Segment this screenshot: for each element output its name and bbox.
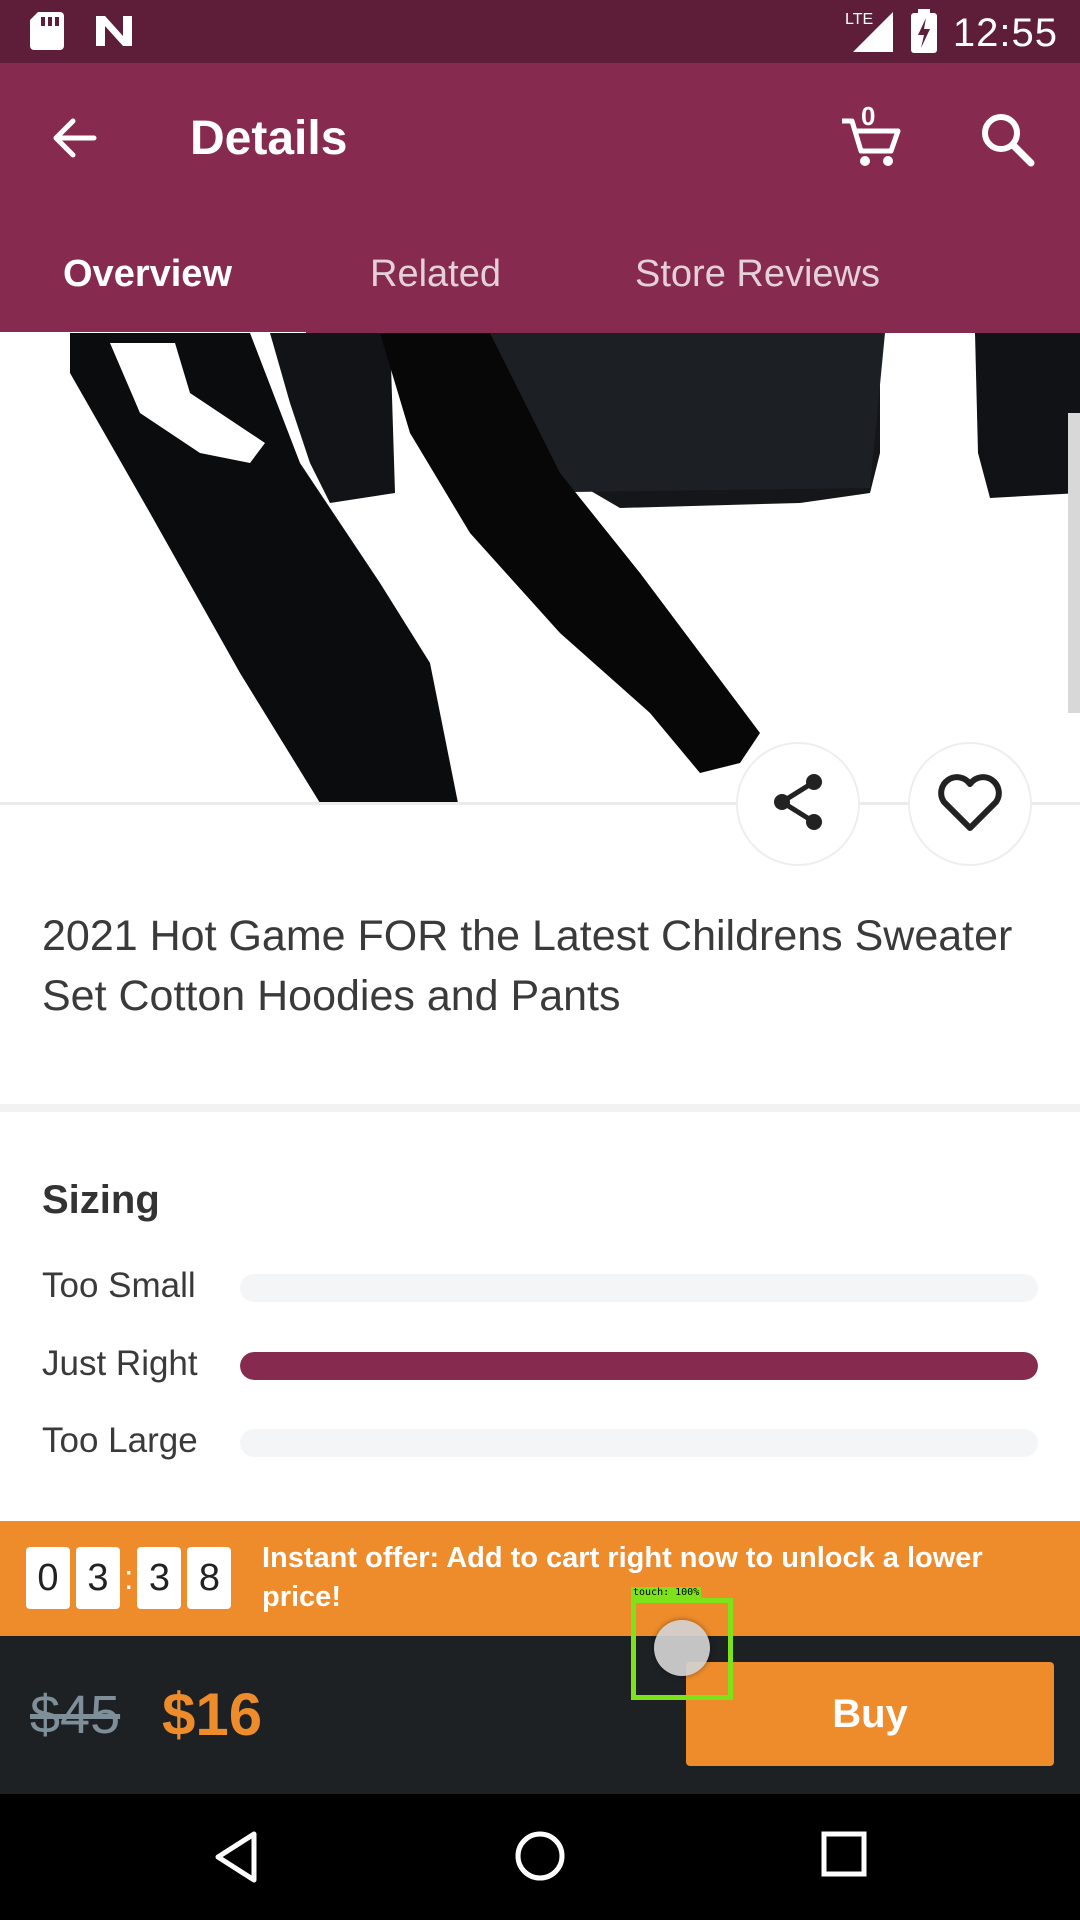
tab-store-reviews[interactable]: Store Reviews [635, 253, 880, 296]
sizing-row-too-large: Too Large [42, 1421, 1042, 1461]
status-time: 12:55 [952, 11, 1058, 55]
app-bar: Details 0 Overview Related Store Reviews [0, 63, 1080, 338]
sizing-bar-track [240, 1429, 1038, 1457]
countdown-digit: 3 [76, 1547, 120, 1609]
search-icon[interactable] [977, 109, 1037, 169]
sizing-bar-track [240, 1274, 1038, 1302]
instant-offer-banner[interactable]: 0 3 : 3 8 Instant offer: Add to cart rig… [0, 1521, 1080, 1652]
page-title: Details [190, 112, 348, 165]
sizing-row-too-small: Too Small [42, 1266, 1042, 1306]
sale-price: $16 [162, 1681, 263, 1748]
countdown-digit: 0 [26, 1547, 70, 1609]
countdown-digit: 3 [137, 1547, 182, 1609]
sizing-bar-track [240, 1352, 1038, 1380]
sizing-label: Too Large [42, 1421, 198, 1460]
countdown-separator: : [124, 1558, 134, 1597]
tab-related[interactable]: Related [370, 253, 501, 296]
battery-charging-icon [910, 9, 937, 58]
system-nav-bar [0, 1794, 1080, 1920]
product-image[interactable] [0, 333, 1080, 803]
lte-signal-icon: LTE [845, 8, 895, 59]
svg-text:LTE: LTE [845, 11, 873, 28]
countdown-digit: 8 [187, 1547, 232, 1609]
sizing-bar-fill [240, 1352, 1038, 1380]
original-price: $45 [30, 1685, 121, 1745]
cart-count-badge: 0 [861, 101, 876, 131]
sizing-label: Too Small [42, 1266, 196, 1305]
sizing-row-just-right: Just Right [42, 1344, 1042, 1384]
section-divider [0, 1104, 1080, 1112]
heart-icon [936, 772, 1004, 837]
countdown-timer: 0 3 : 3 8 [26, 1547, 237, 1609]
share-icon [770, 772, 826, 837]
n-logo-icon [94, 14, 134, 53]
sizing-label: Just Right [42, 1344, 198, 1383]
favorite-button[interactable] [908, 742, 1032, 866]
sizing-title: Sizing [42, 1178, 160, 1222]
buy-button[interactable]: Buy [686, 1662, 1054, 1766]
nav-back-icon[interactable] [212, 1830, 260, 1889]
share-button[interactable] [736, 742, 860, 866]
purchase-bar: $45 $16 Buy [0, 1636, 1080, 1794]
nav-home-icon[interactable] [514, 1830, 566, 1887]
back-arrow-icon[interactable] [48, 111, 102, 165]
tab-bar: Overview Related Store Reviews [0, 253, 1080, 338]
tab-overview[interactable]: Overview [63, 253, 232, 296]
sd-card-icon [30, 12, 64, 55]
status-bar: LTE 12:55 [0, 0, 1080, 63]
product-title: 2021 Hot Game FOR the Latest Childrens S… [42, 912, 1013, 1020]
touch-indicator-dot [654, 1620, 710, 1676]
nav-recents-icon[interactable] [820, 1830, 868, 1883]
